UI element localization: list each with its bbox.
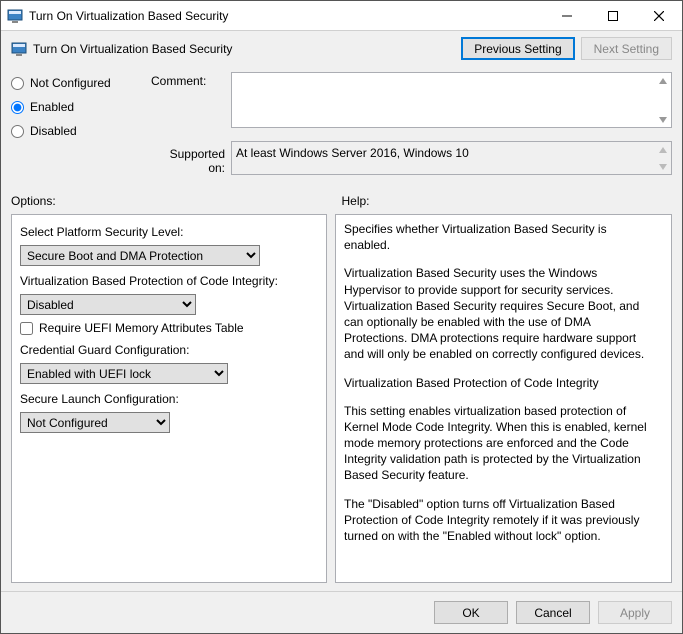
window-title: Turn On Virtualization Based Security bbox=[29, 9, 544, 23]
panels: Select Platform Security Level: Secure B… bbox=[1, 210, 682, 591]
panel-labels: Options: Help: bbox=[1, 184, 682, 210]
vbpci-select[interactable]: Disabled bbox=[20, 294, 196, 315]
radio-disabled[interactable]: Disabled bbox=[11, 124, 151, 138]
policy-title: Turn On Virtualization Based Security bbox=[33, 42, 461, 56]
radio-disabled-label: Disabled bbox=[30, 124, 77, 138]
help-text: The "Disabled" option turns off Virtuali… bbox=[344, 496, 651, 545]
vbpci-label: Virtualization Based Protection of Code … bbox=[20, 274, 318, 288]
state-block: Not Configured Enabled Disabled Comment: bbox=[1, 68, 682, 184]
platform-security-label: Select Platform Security Level: bbox=[20, 225, 318, 239]
content-area: Turn On Virtualization Based Security Pr… bbox=[1, 31, 682, 633]
policy-icon bbox=[11, 41, 27, 57]
maximize-button[interactable] bbox=[590, 1, 636, 31]
gpo-editor-window: Turn On Virtualization Based Security Tu… bbox=[0, 0, 683, 634]
help-panel: Specifies whether Virtualization Based S… bbox=[335, 214, 672, 583]
close-button[interactable] bbox=[636, 1, 682, 31]
options-heading: Options: bbox=[11, 194, 342, 208]
titlebar: Turn On Virtualization Based Security bbox=[1, 1, 682, 31]
ok-button[interactable]: OK bbox=[434, 601, 508, 624]
radio-disabled-input[interactable] bbox=[11, 125, 24, 138]
radio-not-configured-input[interactable] bbox=[11, 77, 24, 90]
radio-not-configured[interactable]: Not Configured bbox=[11, 76, 151, 90]
radio-not-configured-label: Not Configured bbox=[30, 76, 111, 90]
help-text: Specifies whether Virtualization Based S… bbox=[344, 221, 651, 253]
uefi-mat-checkbox[interactable] bbox=[20, 322, 33, 335]
supported-on-label: Supported on: bbox=[151, 141, 231, 178]
options-panel: Select Platform Security Level: Secure B… bbox=[11, 214, 327, 583]
policy-header: Turn On Virtualization Based Security Pr… bbox=[1, 31, 682, 68]
help-text: This setting enables virtualization base… bbox=[344, 403, 651, 484]
previous-setting-button[interactable]: Previous Setting bbox=[461, 37, 574, 60]
credential-guard-label: Credential Guard Configuration: bbox=[20, 343, 318, 357]
secure-launch-select[interactable]: Not Configured bbox=[20, 412, 170, 433]
platform-security-select[interactable]: Secure Boot and DMA Protection bbox=[20, 245, 260, 266]
radio-enabled-label: Enabled bbox=[30, 100, 74, 114]
help-text: Virtualization Based Protection of Code … bbox=[344, 375, 651, 391]
next-setting-button: Next Setting bbox=[581, 37, 672, 60]
credential-guard-select[interactable]: Enabled with UEFI lock bbox=[20, 363, 228, 384]
state-radios: Not Configured Enabled Disabled bbox=[11, 72, 151, 178]
cancel-button[interactable]: Cancel bbox=[516, 601, 590, 624]
app-icon bbox=[7, 8, 23, 24]
uefi-mat-checkbox-row[interactable]: Require UEFI Memory Attributes Table bbox=[20, 321, 318, 335]
minimize-button[interactable] bbox=[544, 1, 590, 31]
comment-label: Comment: bbox=[151, 72, 231, 131]
uefi-mat-label: Require UEFI Memory Attributes Table bbox=[39, 321, 244, 335]
secure-launch-label: Secure Launch Configuration: bbox=[20, 392, 318, 406]
comment-textarea[interactable] bbox=[231, 72, 672, 128]
dialog-footer: OK Cancel Apply bbox=[1, 591, 682, 633]
supported-on-value: At least Windows Server 2016, Windows 10 bbox=[231, 141, 672, 175]
radio-enabled-input[interactable] bbox=[11, 101, 24, 114]
apply-button: Apply bbox=[598, 601, 672, 624]
help-heading: Help: bbox=[342, 194, 673, 208]
radio-enabled[interactable]: Enabled bbox=[11, 100, 151, 114]
help-scroll[interactable]: Specifies whether Virtualization Based S… bbox=[336, 215, 671, 582]
help-text: Virtualization Based Security uses the W… bbox=[344, 265, 651, 362]
window-controls bbox=[544, 1, 682, 31]
